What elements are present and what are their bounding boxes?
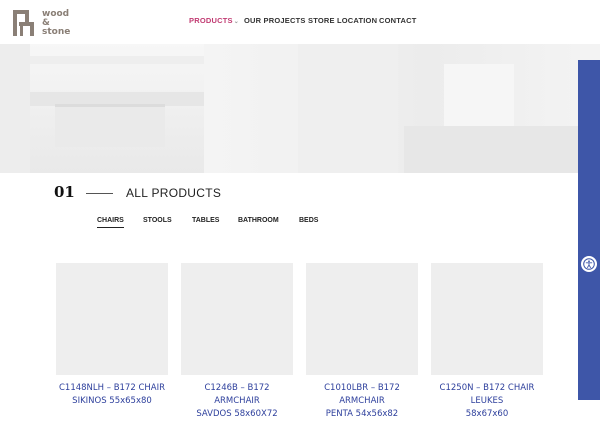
hero-beam — [30, 56, 204, 64]
nav-store-location[interactable]: STORE LOCATION — [308, 16, 377, 25]
nav-our-projects[interactable]: OUR PROJECTS — [244, 16, 306, 25]
hero-panel — [298, 44, 398, 173]
product-card[interactable]: C1250N – B172 CHAIR LEUKES 58x67x60 — [431, 263, 543, 421]
logo-chair-icon — [13, 10, 34, 36]
product-image[interactable] — [431, 263, 543, 375]
product-title[interactable]: C1010LBR – B172 ARMCHAIR PENTA 54x56x82 — [306, 382, 418, 421]
product-title-line: SIKINOS 55x65x80 — [72, 396, 152, 406]
product-title-line: PENTA 54x56x82 — [325, 409, 399, 419]
nav-contact-label: CONTACT — [379, 16, 417, 25]
nav-store-location-label: STORE LOCATION — [308, 16, 378, 25]
product-image[interactable] — [56, 263, 168, 375]
nav-products-label: PRODUCTS — [189, 16, 233, 25]
product-title-line: SAVDOS 58x60X72 — [196, 409, 278, 419]
hero-mirror — [444, 64, 514, 134]
hero-banner — [0, 44, 600, 173]
section-number: 01 — [54, 183, 75, 201]
product-title[interactable]: C1246B – B172 ARMCHAIR SAVDOS 58x60X72 — [181, 382, 293, 421]
hero-image-terrace — [30, 44, 204, 173]
logo-text: wood & stone — [42, 9, 71, 37]
accessibility-sidebar — [578, 60, 600, 400]
chevron-down-icon: ⌄ — [233, 19, 239, 25]
nav-our-projects-label: OUR PROJECTS — [244, 16, 306, 25]
product-title[interactable]: C1250N – B172 CHAIR LEUKES 58x67x60 — [431, 382, 543, 421]
tab-bathroom[interactable]: BATHROOM — [238, 217, 279, 224]
product-card[interactable]: C1010LBR – B172 ARMCHAIR PENTA 54x56x82 — [306, 263, 418, 421]
nav-contact[interactable]: CONTACT — [379, 16, 417, 25]
product-title-line: C1246B – B172 ARMCHAIR — [204, 383, 270, 406]
product-title-line: C1250N – B172 CHAIR LEUKES — [439, 383, 535, 406]
category-tabs: CHAIRS STOOLS TABLES BATHROOM BEDS — [0, 217, 578, 231]
product-title-line: C1148NLH – B172 CHAIR — [58, 383, 166, 393]
product-title[interactable]: C1148NLH – B172 CHAIR SIKINOS 55x65x80 — [56, 382, 168, 408]
tab-tables[interactable]: TABLES — [192, 217, 219, 224]
hero-image-bathroom — [204, 44, 578, 173]
section-divider — [86, 193, 113, 194]
section-title: ALL PRODUCTS — [126, 186, 222, 200]
product-card[interactable]: C1246B – B172 ARMCHAIR SAVDOS 58x60X72 — [181, 263, 293, 421]
logo-word-stone: stone — [42, 26, 71, 37]
product-title-line: 58x67x60 — [465, 409, 509, 419]
tab-stools[interactable]: STOOLS — [143, 217, 172, 224]
product-image[interactable] — [306, 263, 418, 375]
accessibility-button[interactable] — [581, 256, 597, 272]
product-title-line: C1010LBR – B172 ARMCHAIR — [324, 383, 400, 406]
hero-edge — [0, 44, 30, 173]
site-header: wood & stone PRODUCTS⌄ OUR PROJECTS STOR… — [0, 0, 600, 45]
logo[interactable]: wood & stone — [10, 8, 105, 38]
hero-counter — [404, 126, 578, 173]
accessibility-icon — [583, 258, 595, 270]
nav-products[interactable]: PRODUCTS⌄ — [189, 16, 239, 25]
tab-chairs[interactable]: CHAIRS — [97, 217, 124, 228]
tab-beds[interactable]: BEDS — [299, 217, 318, 224]
product-card[interactable]: C1148NLH – B172 CHAIR SIKINOS 55x65x80 — [56, 263, 168, 408]
product-image[interactable] — [181, 263, 293, 375]
hero-table — [55, 104, 165, 147]
